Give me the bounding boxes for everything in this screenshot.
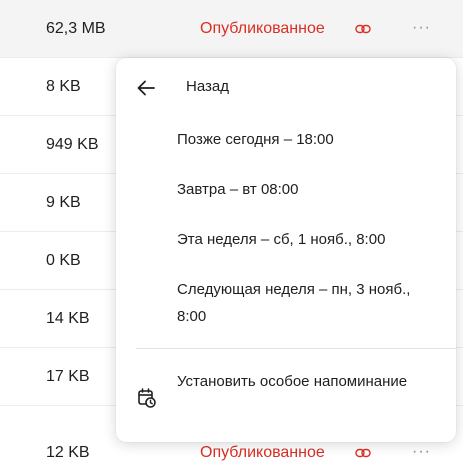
file-size: 8 KB bbox=[46, 78, 81, 95]
file-size: 17 KB bbox=[46, 368, 90, 385]
snooze-menu: Назад Позже сегодня – 18:00 Завтра – вт … bbox=[116, 58, 456, 442]
link-icon[interactable] bbox=[355, 445, 371, 461]
file-size: 0 KB bbox=[46, 252, 81, 269]
file-row[interactable]: 62,3 MB Опубликованное ··· bbox=[0, 0, 463, 58]
menu-item-next-week[interactable]: Следующая неделя – пн, 3 нояб., 8:00 bbox=[177, 276, 422, 330]
link-icon[interactable] bbox=[355, 21, 371, 37]
published-status[interactable]: Опубликованное bbox=[200, 0, 325, 58]
back-button[interactable]: Назад bbox=[116, 58, 456, 116]
file-size: 62,3 MB bbox=[46, 20, 106, 37]
menu-item-custom-reminder[interactable]: Установить особое напоминание bbox=[177, 368, 437, 395]
calendar-clock-icon bbox=[138, 388, 156, 408]
back-label: Назад bbox=[186, 78, 229, 95]
arrow-left-icon bbox=[137, 80, 155, 96]
file-size: 14 KB bbox=[46, 310, 90, 327]
file-size: 12 KB bbox=[46, 444, 90, 461]
file-size: 949 KB bbox=[46, 136, 99, 153]
screen: 62,3 MB Опубликованное ··· 8 KB 949 KB 9… bbox=[0, 0, 463, 462]
menu-item-this-week[interactable]: Эта неделя – сб, 1 нояб., 8:00 bbox=[177, 226, 447, 253]
menu-item-later-today[interactable]: Позже сегодня – 18:00 bbox=[177, 126, 447, 153]
menu-item-tomorrow[interactable]: Завтра – вт 08:00 bbox=[177, 176, 447, 203]
menu-divider bbox=[136, 348, 456, 349]
more-icon[interactable]: ··· bbox=[412, 0, 431, 56]
file-size: 9 KB bbox=[46, 194, 81, 211]
